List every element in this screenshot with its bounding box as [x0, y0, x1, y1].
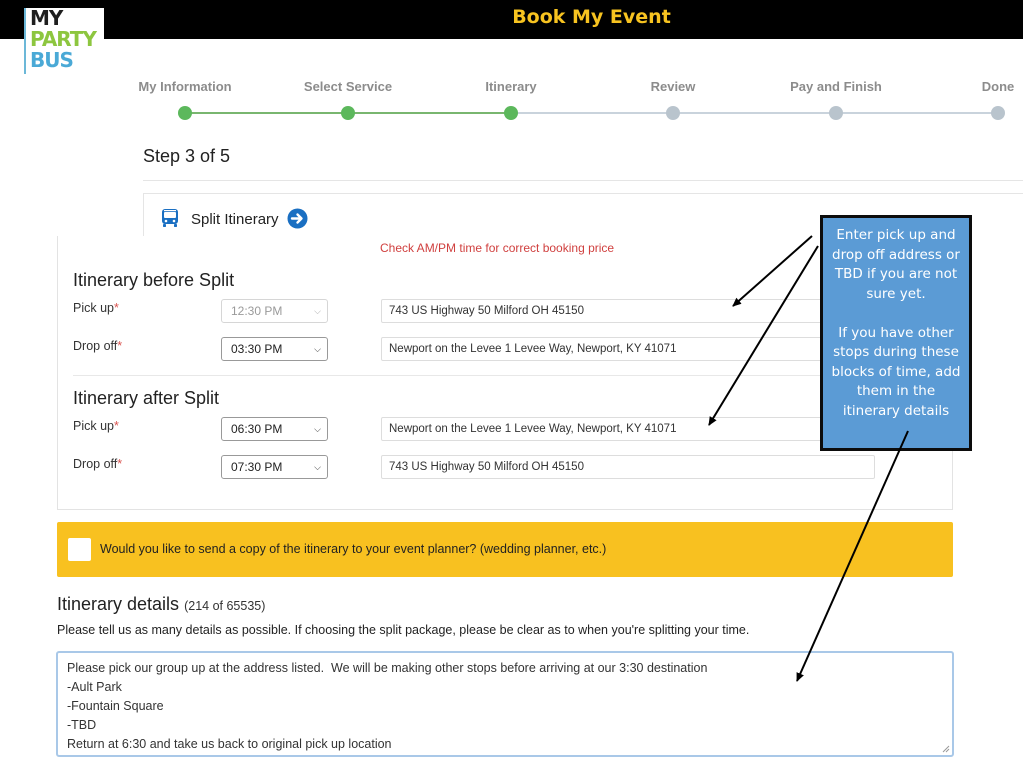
arrow-to-details-textarea — [796, 430, 909, 682]
arrow-to-pickup-address — [732, 235, 813, 307]
annotation-arrows — [708, 235, 909, 682]
arrow-to-after-pickup-address — [708, 245, 819, 426]
